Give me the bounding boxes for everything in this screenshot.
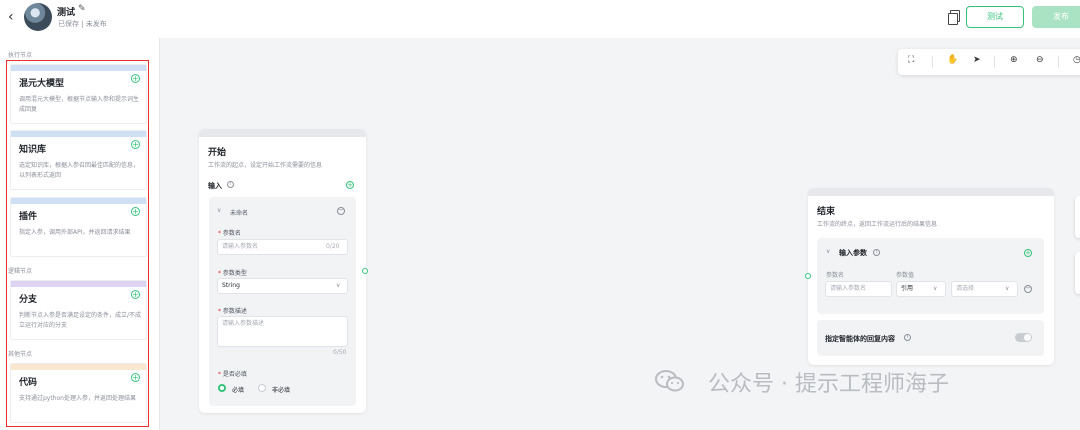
col-value-header: 参数值: [896, 272, 915, 279]
required-label: * 是否必填: [218, 371, 247, 378]
fit-screen-icon[interactable]: ⛶: [908, 55, 914, 65]
end-node-title: 结束: [817, 207, 836, 217]
avatar[interactable]: [24, 3, 52, 31]
top-bar: ‹ 测试 ✎ 已保存 | 未发布 测试 发布: [0, 0, 1080, 38]
param-name-label: 未命名: [230, 210, 249, 217]
chevron-down-icon: ∨: [933, 285, 938, 292]
canvas-toolbar: ⛶ ✋ ➤ ⊕ ⊖ ◷: [898, 49, 1080, 75]
input-port[interactable]: [805, 273, 811, 279]
radio-optional-label: 非必填: [272, 387, 291, 394]
param-type-select[interactable]: String: [217, 278, 348, 294]
field-desc-label: * 参数描述: [218, 308, 247, 315]
chevron-down-icon: ∨: [1005, 285, 1010, 292]
radio-optional[interactable]: [258, 384, 266, 392]
zoom-out-icon[interactable]: ⊖: [1036, 55, 1044, 65]
side-panel-handle[interactable]: [1075, 196, 1080, 238]
info-icon[interactable]: i: [227, 181, 234, 188]
zoom-in-icon[interactable]: ⊕: [1010, 55, 1018, 65]
add-input-icon[interactable]: +: [346, 181, 354, 189]
field-name-label: * 参数名: [218, 230, 241, 237]
edit-icon[interactable]: ✎: [78, 4, 86, 14]
end-node-desc: 工作流的终点，返回工作流运行后的结果信息: [817, 221, 938, 228]
copy-icon[interactable]: [948, 10, 960, 25]
watermark-text: 公众号 · 提示工程师海子: [708, 372, 949, 397]
start-node-title: 开始: [208, 148, 227, 158]
info-icon[interactable]: i: [873, 249, 880, 256]
side-panel-handle[interactable]: [1075, 252, 1080, 294]
col-name-header: 参数名: [826, 272, 845, 279]
divider: [994, 56, 995, 68]
remove-output-icon[interactable]: −: [1024, 285, 1032, 293]
ref-type-select[interactable]: 引用: [896, 281, 946, 297]
output-name-input[interactable]: 请输入参数名: [825, 281, 892, 297]
start-node-desc: 工作流的起点，设定开始工作流需要的信息: [208, 162, 323, 169]
test-button[interactable]: 测试: [966, 6, 1024, 28]
section-label-execute: 执行节点: [8, 52, 33, 59]
history-icon[interactable]: ◷: [1073, 55, 1080, 65]
desc-char-counter: 0/50: [333, 349, 347, 356]
param-desc-textarea[interactable]: 请输入参数描述: [217, 316, 348, 347]
input-label: 输入: [208, 182, 222, 190]
collapse-icon[interactable]: ∨: [217, 207, 221, 214]
save-status: 已保存 | 未发布: [58, 20, 107, 28]
pointer-icon[interactable]: ➤: [973, 55, 981, 65]
node-header-bar: [199, 129, 366, 137]
remove-param-icon[interactable]: −: [337, 207, 345, 215]
collapse-icon[interactable]: ∨: [826, 248, 830, 255]
radio-required[interactable]: [218, 384, 226, 392]
reply-toggle[interactable]: [1015, 333, 1032, 342]
output-port[interactable]: [362, 268, 368, 274]
info-icon[interactable]: i: [904, 334, 911, 341]
workflow-title: 测试: [57, 8, 76, 18]
add-output-icon[interactable]: +: [1024, 249, 1032, 257]
divider: [1058, 56, 1059, 68]
highlight-box: [6, 60, 149, 427]
publish-button[interactable]: 发布: [1032, 6, 1080, 28]
hand-icon[interactable]: ✋: [947, 55, 958, 65]
radio-required-label: 必填: [232, 387, 245, 394]
chevron-left-icon[interactable]: ‹: [8, 9, 14, 25]
output-label: 输入参数: [839, 249, 867, 257]
wechat-icon: [655, 370, 684, 392]
reply-label: 指定智能体的回复内容: [825, 335, 895, 343]
chevron-down-icon: ∨: [336, 282, 341, 289]
field-type-label: * 参数类型: [218, 270, 247, 277]
node-header-bar: [808, 188, 1054, 196]
divider: [932, 56, 933, 68]
name-char-counter: 0/20: [326, 243, 340, 250]
